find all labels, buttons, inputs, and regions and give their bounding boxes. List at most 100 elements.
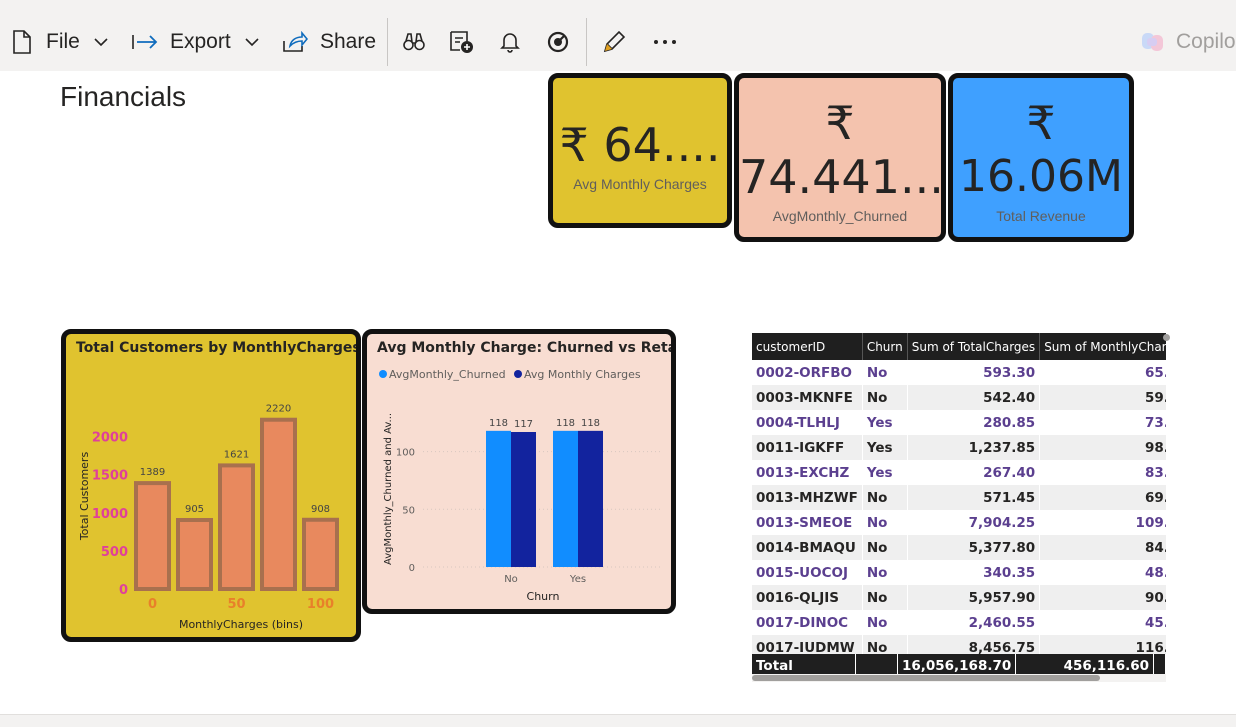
table-cell: No: [862, 535, 908, 560]
table-cell: No: [862, 585, 908, 610]
alerts-button[interactable]: [500, 12, 520, 71]
table-cell: 2,460.55: [907, 610, 1041, 635]
table-row[interactable]: 0002-ORFBONo593.3065.60: [752, 360, 1166, 385]
column-header[interactable]: Sum of TotalCharges: [907, 333, 1041, 360]
binoculars-icon: [403, 32, 425, 52]
resize-handle-dot[interactable]: [1163, 334, 1170, 341]
customer-table[interactable]: customerID Churn Sum of TotalCharges Sum of…: [752, 333, 1166, 678]
data-label: 118: [556, 418, 575, 429]
table-cell: 542.40: [907, 385, 1041, 410]
table-cell: 0014-BMAQU: [752, 535, 863, 560]
column-header[interactable]: Sum of MonthlyCharges: [1039, 333, 1166, 360]
table-row[interactable]: 0016-QLJISNo5,957.9090.45: [752, 585, 1166, 610]
table-row[interactable]: 0004-TLHLJYes280.8573.90: [752, 410, 1166, 435]
histogram-bar: [302, 517, 339, 591]
table-cell: No: [862, 360, 908, 385]
table-cell: No: [862, 385, 908, 410]
card-total-revenue[interactable]: ₹ 16.06M Total Revenue: [948, 73, 1134, 242]
currency-symbol: ₹: [825, 96, 855, 150]
bottom-strip: [0, 714, 1236, 727]
table-cell: 267.40: [907, 460, 1041, 485]
table-row[interactable]: 0011-IGKFFYes1,237.8598.00: [752, 435, 1166, 460]
table-cell: 571.45: [907, 485, 1041, 510]
y-tick-label: 1500: [92, 469, 128, 484]
x-tick-label: Yes: [569, 574, 586, 585]
legend-label: Avg Monthly Charges: [524, 368, 641, 381]
table-cell: 7,904.25: [907, 510, 1041, 535]
table-cell: 48.20: [1039, 560, 1166, 585]
legend-label: AvgMonthly_Churned: [389, 368, 506, 381]
scrollbar-thumb[interactable]: [752, 675, 1100, 681]
toolbar-divider: [586, 18, 587, 66]
table-row[interactable]: 0013-MHZWFNo571.4569.40: [752, 485, 1166, 510]
table-cell: 109.70: [1039, 510, 1166, 535]
more-icon: [653, 39, 677, 45]
table-cell: 59.90: [1039, 385, 1166, 410]
table-cell: No: [862, 510, 908, 535]
histogram-bar: [176, 517, 213, 591]
export-icon: [132, 32, 158, 52]
table-cell: 0013-MHZWF: [752, 485, 863, 510]
chart-total-customers-by-monthlycharges[interactable]: Total Customers by MonthlyCharges (bins)…: [61, 329, 361, 642]
table-scrollbar[interactable]: [752, 674, 1166, 682]
table-cell: 0011-IGKFF: [752, 435, 863, 460]
card-label: Total Revenue: [996, 208, 1086, 224]
table-cell: Yes: [862, 435, 908, 460]
y-tick-label: 100: [396, 448, 415, 459]
table-row[interactable]: 0017-DINOCNo2,460.5545.20: [752, 610, 1166, 635]
subscribe-button[interactable]: [449, 12, 475, 71]
table-cell: 593.30: [907, 360, 1041, 385]
share-button[interactable]: Share: [282, 12, 376, 71]
table-cell: 5,377.80: [907, 535, 1041, 560]
x-axis-label: MonthlyCharges (bins): [179, 618, 303, 631]
table-cell: 0002-ORFBO: [752, 360, 863, 385]
currency-symbol: ₹: [1026, 96, 1056, 150]
x-tick-label: 0: [148, 597, 157, 612]
table-cell: 0015-UOCOJ: [752, 560, 863, 585]
table-row[interactable]: 0014-BMAQUNo5,377.8084.65: [752, 535, 1166, 560]
binoculars-button[interactable]: [403, 12, 425, 71]
page-title: Financials: [60, 81, 187, 112]
card-avg-monthly-charges[interactable]: ₹ 64.... Avg Monthly Charges: [548, 73, 732, 228]
histogram-bar: [218, 463, 255, 591]
table-cell: 0013-SMEOE: [752, 510, 863, 535]
histogram-bar: [260, 417, 297, 591]
y-tick-label: 1000: [92, 507, 128, 522]
chart-avg-monthly-charge-churned-vs-retained[interactable]: Avg Monthly Charge: Churned vs Retained …: [362, 329, 676, 614]
table-cell: 73.90: [1039, 410, 1166, 435]
column-header[interactable]: Churn: [862, 333, 908, 360]
bell-icon: [500, 31, 520, 53]
table-cell: 69.40: [1039, 485, 1166, 510]
x-axis-label: Churn: [527, 590, 560, 603]
copilot-button[interactable]: Copilo: [1140, 12, 1236, 71]
table-cell: 0017-DINOC: [752, 610, 863, 635]
table-cell: 5,957.90: [907, 585, 1041, 610]
table-cell: 83.90: [1039, 460, 1166, 485]
file-menu[interactable]: File: [12, 12, 108, 71]
share-label: Share: [320, 29, 377, 53]
more-options-button[interactable]: [653, 12, 677, 71]
data-label: 1621: [224, 449, 249, 460]
column-header[interactable]: customerID: [752, 333, 863, 360]
table-row[interactable]: 0013-EXCHZYes267.4083.90: [752, 460, 1166, 485]
table-cell: 0016-QLJIS: [752, 585, 863, 610]
bar-avg-monthly-charges: [578, 430, 603, 567]
y-axis-label: AvgMonthly_Churned and Av...: [383, 413, 394, 565]
card-value: ₹ 64....: [559, 118, 721, 172]
chart-plot: AvgMonthly_Churned Avg Monthly Charges 0 50…: [379, 368, 663, 603]
card-avg-monthly-churned[interactable]: ₹ 74.441... AvgMonthly_Churned: [734, 73, 946, 242]
bar-avgmonthly-churned: [553, 430, 578, 567]
copilot-label: Copilo: [1176, 29, 1236, 53]
y-tick-label: 2000: [92, 431, 128, 446]
edit-button[interactable]: [601, 12, 627, 71]
table-row[interactable]: 0015-UOCOJNo340.3548.20: [752, 560, 1166, 585]
goals-button[interactable]: [547, 12, 569, 71]
table-cell: No: [862, 610, 908, 635]
table-cell: Yes: [862, 410, 908, 435]
table-cell: Yes: [862, 460, 908, 485]
data-label: 117: [514, 419, 533, 430]
toolbar-divider: [387, 18, 388, 66]
table-row[interactable]: 0003-MKNFENo542.4059.90: [752, 385, 1166, 410]
table-row[interactable]: 0013-SMEOENo7,904.25109.70: [752, 510, 1166, 535]
export-menu[interactable]: Export: [132, 12, 259, 71]
